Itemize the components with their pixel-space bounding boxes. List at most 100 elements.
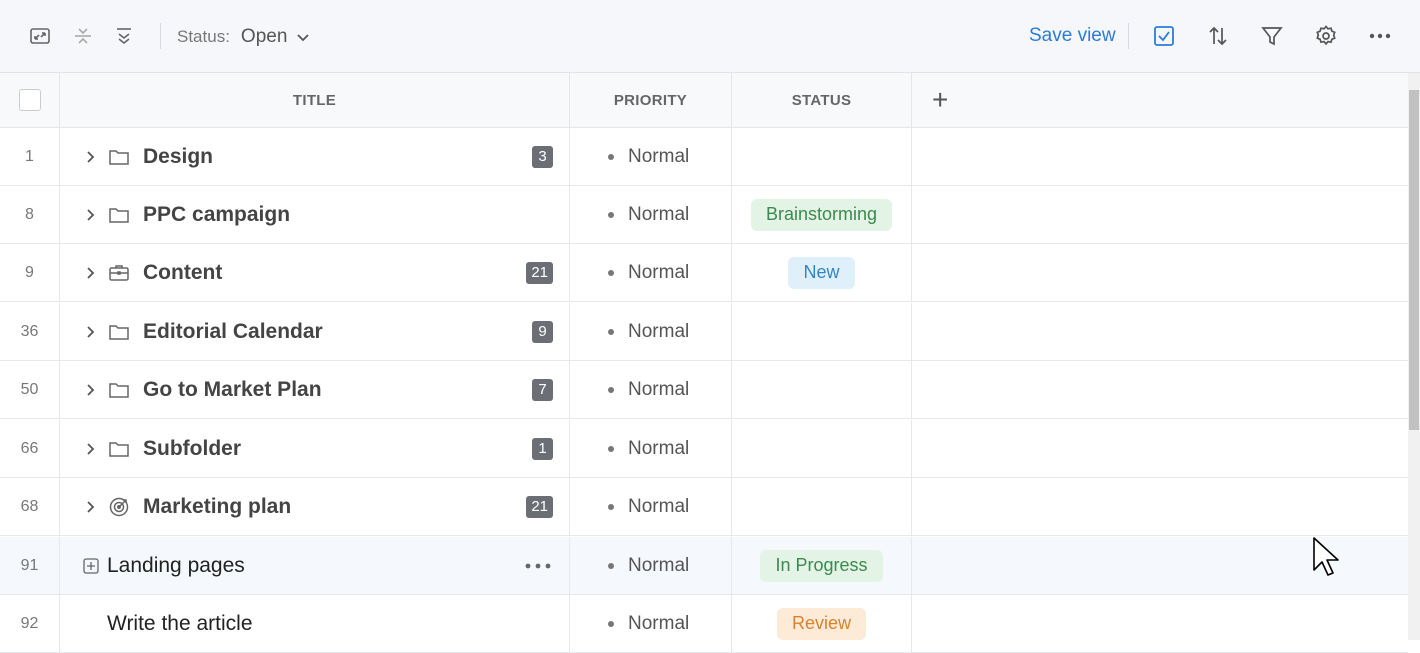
add-subtask-icon[interactable] [83, 557, 99, 574]
status-badge[interactable]: In Progress [760, 549, 883, 582]
add-column-icon[interactable]: + [932, 86, 949, 114]
priority-dot-icon [608, 445, 614, 452]
title-cell[interactable]: Design 3 [60, 128, 570, 185]
chevron-right-icon[interactable] [82, 441, 98, 457]
status-cell[interactable]: Review [732, 595, 912, 652]
priority-dot-icon [608, 386, 614, 393]
row-title[interactable]: Editorial Calendar [143, 320, 323, 344]
table-row[interactable]: 92 Write the article Normal Review [0, 595, 1408, 653]
filter-icon[interactable] [1260, 24, 1284, 48]
empty-cell [912, 478, 1408, 535]
toolbar-divider [160, 23, 161, 49]
status-cell[interactable] [732, 478, 912, 535]
row-title[interactable]: Marketing plan [143, 495, 291, 519]
priority-cell[interactable]: Normal [570, 361, 732, 418]
sort-icon[interactable] [1206, 24, 1230, 48]
priority-label: Normal [628, 203, 690, 225]
priority-value: Normal [608, 438, 689, 460]
chevron-right-icon[interactable] [82, 149, 98, 165]
table-row[interactable]: 9 Content 21 Normal New [0, 244, 1408, 302]
priority-cell[interactable]: Normal [570, 186, 732, 243]
subtask-count-badge: 7 [532, 378, 553, 401]
status-cell[interactable] [732, 361, 912, 418]
priority-cell[interactable]: Normal [570, 244, 732, 301]
empty-cell [912, 303, 1408, 360]
gear-icon[interactable] [1314, 24, 1338, 48]
priority-label: Normal [628, 378, 690, 400]
title-cell[interactable]: Write the article [60, 595, 570, 652]
status-filter[interactable]: Status: Open [177, 25, 311, 49]
row-more-icon[interactable] [525, 563, 551, 569]
expand-all-icon[interactable] [112, 24, 136, 48]
row-title[interactable]: Content [143, 261, 222, 285]
empty-cell [912, 420, 1408, 477]
title-cell[interactable]: Landing pages [60, 537, 570, 594]
priority-cell[interactable]: Normal [570, 478, 732, 535]
row-title[interactable]: Subfolder [143, 437, 241, 461]
priority-cell[interactable]: Normal [570, 537, 732, 594]
row-title[interactable]: Go to Market Plan [143, 378, 322, 402]
grid-header: TITLE PRIORITY STATUS + [0, 73, 1408, 128]
more-icon[interactable] [1368, 24, 1392, 48]
title-cell[interactable]: Go to Market Plan 7 [60, 361, 570, 418]
priority-dot-icon [608, 562, 614, 569]
row-title[interactable]: Landing pages [107, 554, 245, 578]
status-cell[interactable]: In Progress [732, 537, 912, 594]
table-row[interactable]: 8 PPC campaign Normal Brainstorming [0, 186, 1408, 244]
title-cell[interactable]: Subfolder 1 [60, 420, 570, 477]
status-cell[interactable]: New [732, 244, 912, 301]
column-header-status[interactable]: STATUS [732, 73, 912, 127]
row-title[interactable]: Write the article [107, 612, 253, 636]
priority-cell[interactable]: Normal [570, 595, 732, 652]
chevron-right-icon[interactable] [82, 207, 98, 223]
status-cell[interactable]: Brainstorming [732, 186, 912, 243]
table-row[interactable]: 36 Editorial Calendar 9 Normal [0, 303, 1408, 361]
row-title[interactable]: Design [143, 145, 213, 169]
collapse-icon[interactable] [71, 24, 95, 48]
chevron-right-icon[interactable] [82, 324, 98, 340]
row-number: 68 [0, 478, 60, 535]
status-badge[interactable]: New [788, 256, 855, 289]
column-header-priority[interactable]: PRIORITY [570, 73, 732, 127]
status-badge[interactable]: Review [776, 607, 867, 640]
status-badge[interactable]: Brainstorming [750, 198, 893, 231]
checkbox-icon[interactable] [1152, 24, 1176, 48]
status-cell[interactable] [732, 303, 912, 360]
priority-label: Normal [628, 261, 690, 283]
table-row[interactable]: 66 Subfolder 1 Normal [0, 420, 1408, 478]
priority-label: Normal [628, 320, 690, 342]
priority-label: Normal [628, 437, 690, 459]
chevron-right-icon[interactable] [82, 265, 98, 281]
table-row[interactable]: 1 Design 3 Normal [0, 128, 1408, 186]
save-view-button[interactable]: Save view [1029, 25, 1116, 47]
title-cell[interactable]: Content 21 [60, 244, 570, 301]
status-filter-value: Open [240, 26, 288, 47]
chevron-right-icon[interactable] [82, 499, 98, 515]
table-row[interactable]: 68 Marketing plan 21 Normal [0, 478, 1408, 536]
status-filter-label: Status: [177, 27, 230, 46]
title-cell[interactable]: PPC campaign [60, 186, 570, 243]
title-cell[interactable]: Marketing plan 21 [60, 478, 570, 535]
table-row[interactable]: 91 Landing pages Normal In Progress [0, 537, 1408, 595]
subtask-count-badge: 21 [526, 495, 553, 518]
priority-cell[interactable]: Normal [570, 303, 732, 360]
target-icon [108, 496, 130, 518]
priority-cell[interactable]: Normal [570, 128, 732, 185]
row-title[interactable]: PPC campaign [143, 203, 290, 227]
table-row[interactable]: 50 Go to Market Plan 7 Normal [0, 361, 1408, 419]
column-header-title[interactable]: TITLE [60, 73, 570, 127]
expand-icon[interactable] [28, 24, 52, 48]
priority-dot-icon [608, 328, 614, 335]
priority-cell[interactable]: Normal [570, 420, 732, 477]
priority-label: Normal [628, 554, 690, 576]
status-cell[interactable] [732, 128, 912, 185]
title-cell[interactable]: Editorial Calendar 9 [60, 303, 570, 360]
priority-label: Normal [628, 495, 690, 517]
chevron-right-icon[interactable] [82, 382, 98, 398]
row-number: 66 [0, 420, 60, 477]
scrollbar-thumb[interactable] [1409, 90, 1419, 430]
status-cell[interactable] [732, 420, 912, 477]
empty-cell [912, 595, 1408, 652]
vertical-scrollbar[interactable] [1408, 73, 1420, 640]
select-all-checkbox[interactable] [18, 89, 41, 111]
